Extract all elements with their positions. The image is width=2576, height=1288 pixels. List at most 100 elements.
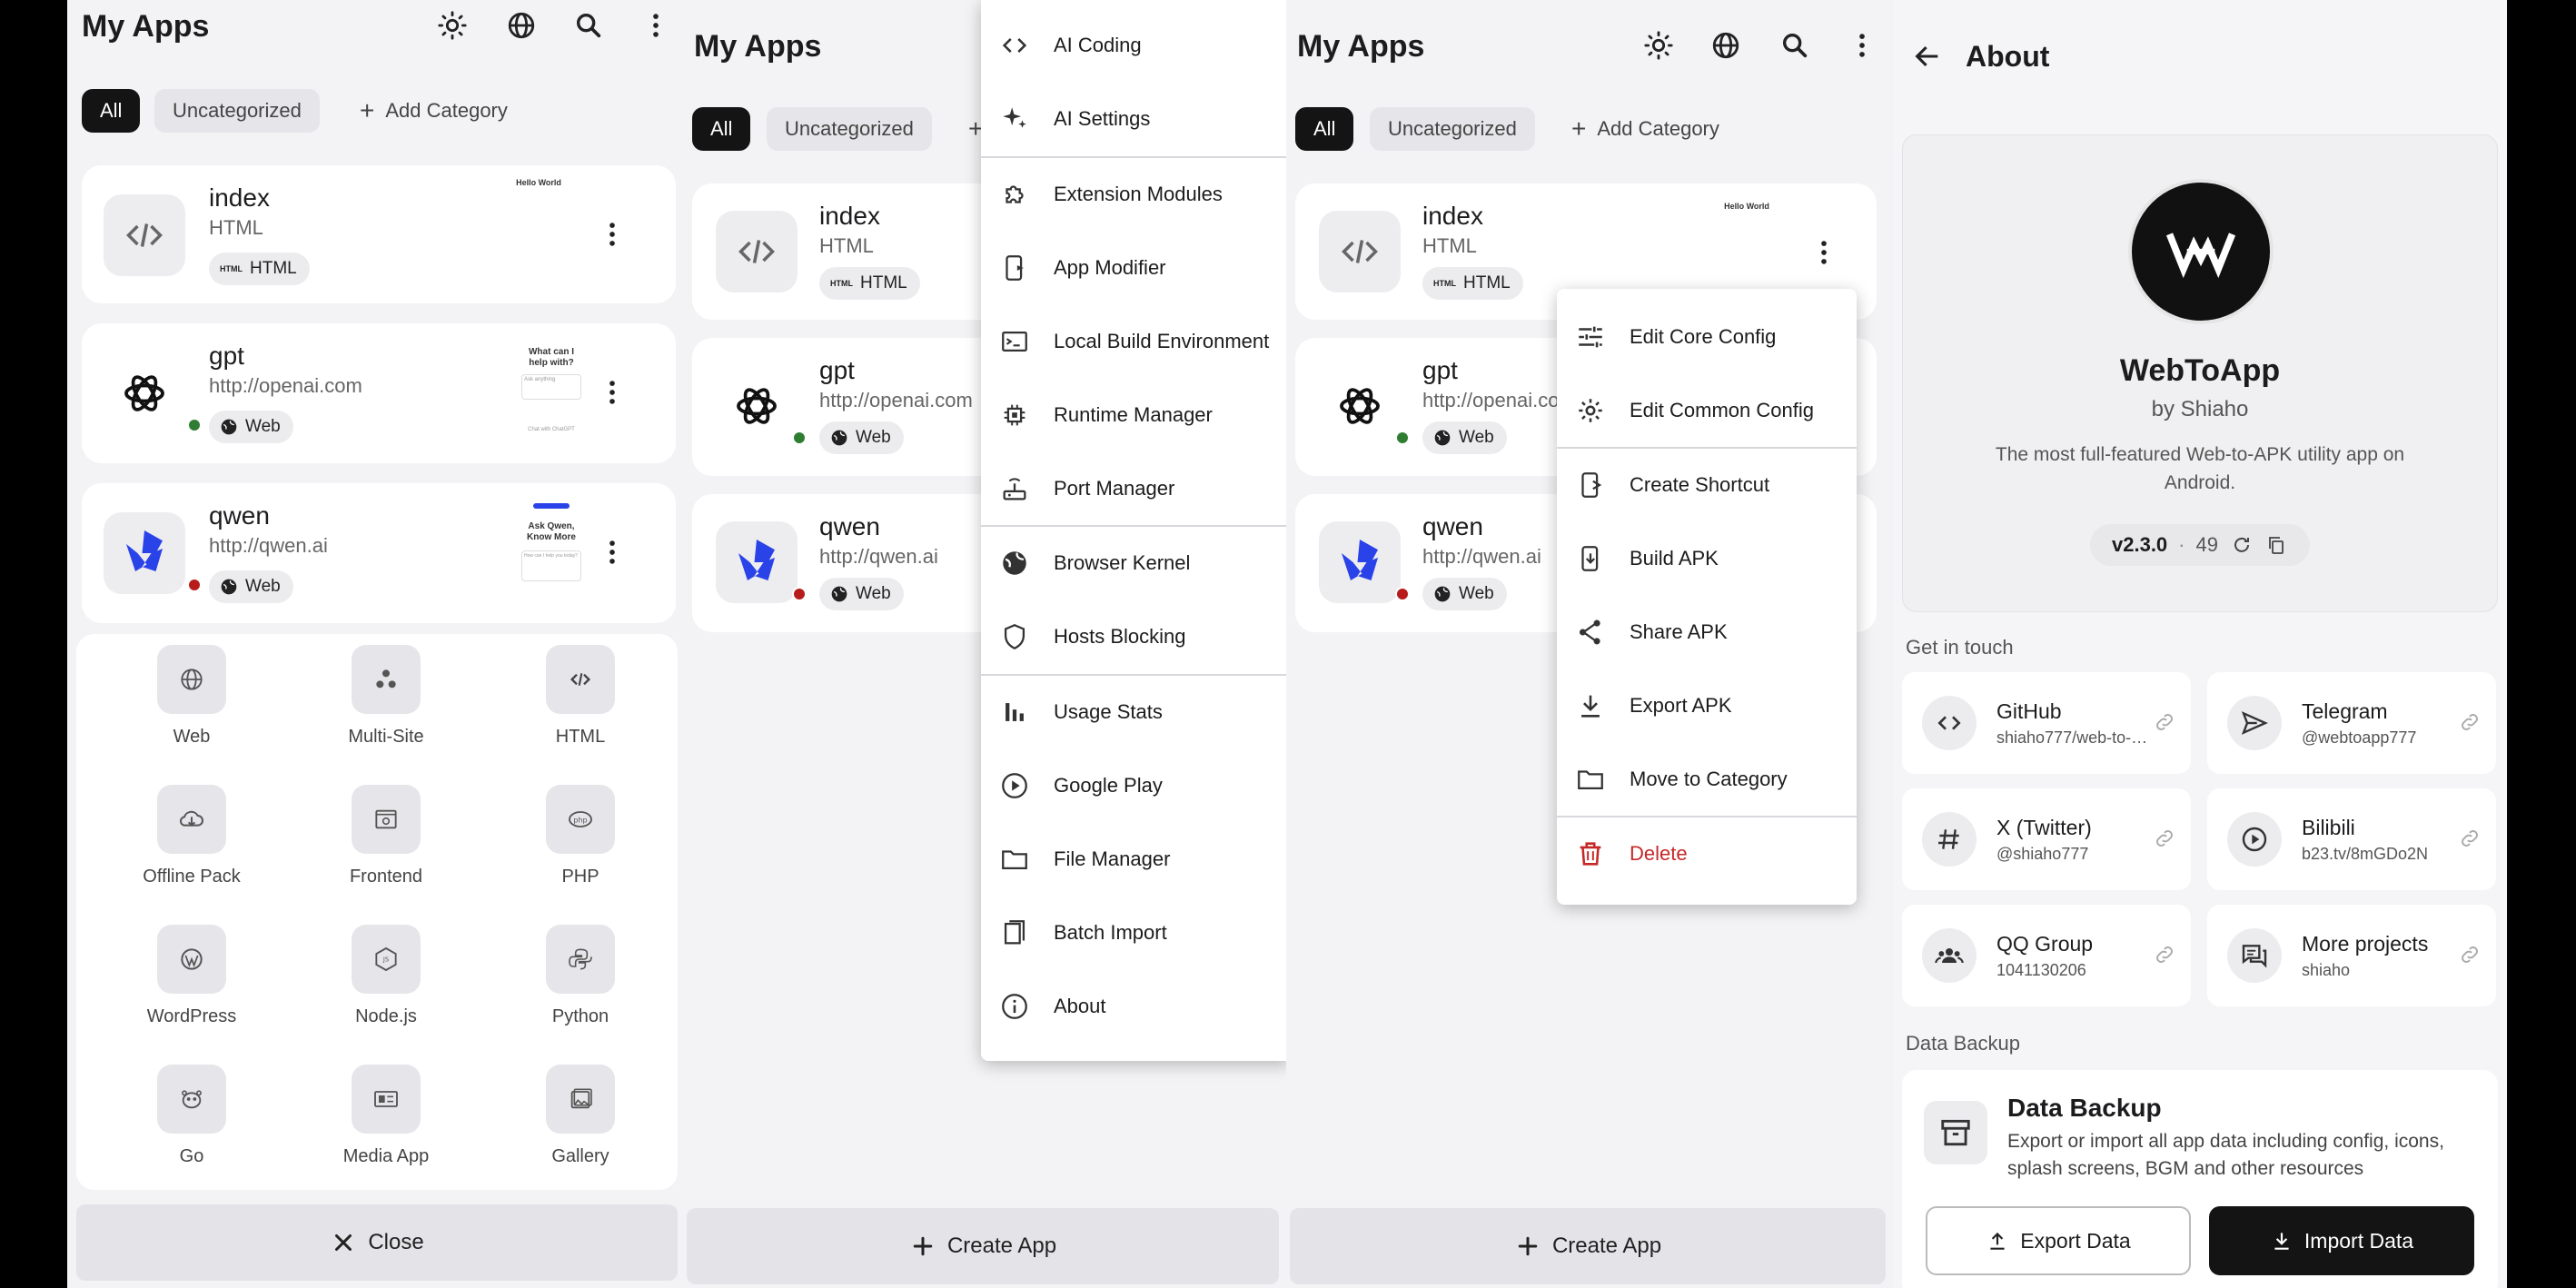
overflow-menu-button[interactable] — [1840, 24, 1884, 67]
html-mini-icon: HTML — [830, 279, 853, 288]
menu-item-app-modifier[interactable]: App Modifier — [981, 241, 1286, 295]
menu-item-about[interactable]: About — [981, 979, 1286, 1034]
tune-icon — [1579, 326, 1602, 348]
app-type-media[interactable]: Media App — [309, 1065, 463, 1167]
globe-icon — [831, 586, 847, 602]
app-card-qwen[interactable]: qwen http://qwen.ai Web Ask Qwen, Know M… — [82, 483, 676, 623]
app-type-html[interactable]: HTML — [503, 645, 658, 748]
chip-uncategorized[interactable]: Uncategorized — [1370, 107, 1535, 151]
menu-item-edit-common-config[interactable]: Edit Common Config — [1557, 383, 1857, 438]
copy-icon[interactable] — [2265, 534, 2287, 556]
create-app-button[interactable]: Create App — [1290, 1208, 1886, 1284]
link-qq-group[interactable]: QQ Group 1041130206 — [1902, 905, 2191, 1006]
app-subtitle: http://openai.com — [209, 374, 362, 397]
version-separator: · — [2178, 533, 2185, 556]
menu-item-label: Local Build Environment — [1054, 330, 1270, 352]
export-data-button[interactable]: Export Data — [1926, 1206, 2191, 1275]
app-card-gpt[interactable]: gpt http://openai.com Web What can I hel… — [82, 323, 676, 463]
chip-uncategorized[interactable]: Uncategorized — [767, 107, 932, 151]
theme-toggle-button[interactable] — [1637, 24, 1680, 67]
app-type-multi-site[interactable]: Multi-Site — [309, 645, 463, 748]
menu-item-build-apk[interactable]: Build APK — [1557, 531, 1857, 586]
language-button[interactable] — [500, 4, 543, 47]
qwen-logo-icon — [126, 530, 163, 571]
app-type-tag: Web — [1422, 421, 1507, 454]
refresh-icon[interactable] — [2231, 534, 2253, 556]
go-icon — [182, 1090, 202, 1109]
app-type-php[interactable]: php PHP — [503, 785, 658, 887]
search-button[interactable] — [1773, 24, 1817, 67]
about-header-card: WebToApp by Shiaho The most full-feature… — [1902, 134, 2498, 612]
menu-item-ai-coding[interactable]: AI Coding — [981, 18, 1286, 73]
link-more-projects[interactable]: More projects shiaho — [2207, 905, 2496, 1006]
add-category-button[interactable]: + Add Category — [1562, 107, 1729, 151]
menu-item-google-play[interactable]: Google Play — [981, 758, 1286, 813]
menu-item-hosts-blocking[interactable]: Hosts Blocking — [981, 609, 1286, 664]
menu-item-delete[interactable]: Delete — [1557, 827, 1857, 881]
app-menu-button[interactable] — [1808, 231, 1840, 274]
menu-item-label: Edit Core Config — [1630, 325, 1777, 348]
app-type-web[interactable]: Web — [114, 645, 269, 748]
chip-uncategorized[interactable]: Uncategorized — [154, 89, 320, 133]
app-menu-button[interactable] — [596, 213, 629, 256]
chip-all[interactable]: All — [692, 107, 751, 151]
play-circle-icon — [2242, 827, 2267, 852]
menu-item-extension-modules[interactable]: Extension Modules — [981, 167, 1286, 222]
app-type-wordpress[interactable]: WordPress — [114, 925, 269, 1027]
search-button[interactable] — [567, 4, 610, 47]
app-type-go[interactable]: Go — [114, 1065, 269, 1167]
terminal-icon — [1002, 331, 1027, 352]
app-menu-button[interactable] — [596, 530, 629, 574]
status-offline-dot — [1395, 587, 1410, 601]
link-x-twitter[interactable]: X (Twitter) @shiaho777 — [1902, 788, 2191, 890]
menu-item-move-to-category[interactable]: Move to Category — [1557, 752, 1857, 807]
link-icon — [2156, 830, 2173, 847]
link-bilibili[interactable]: Bilibili b23.tv/8mGDo2N — [2207, 788, 2496, 890]
back-button[interactable] — [1906, 35, 1949, 78]
app-type-frontend[interactable]: Frontend — [309, 785, 463, 887]
app-type-label: PHP — [561, 867, 599, 887]
app-type-gallery[interactable]: Gallery — [503, 1065, 658, 1167]
app-subtitle: http://openai.co — [1422, 389, 1560, 411]
link-github[interactable]: GitHub shiaho777/web-to-app — [1902, 672, 2191, 774]
menu-item-port-manager[interactable]: Port Manager — [981, 461, 1286, 516]
menu-item-ai-settings[interactable]: AI Settings — [981, 92, 1286, 146]
menu-item-share-apk[interactable]: Share APK — [1557, 605, 1857, 659]
chip-all[interactable]: All — [1295, 107, 1354, 151]
screen-overflow-menu: My Apps All Uncategorized + index HTML H… — [683, 0, 1286, 1288]
app-type-label: Offline Pack — [143, 867, 241, 887]
author: by Shiaho — [2151, 397, 2249, 421]
overflow-menu-button[interactable] — [634, 4, 678, 47]
menu-item-usage-stats[interactable]: Usage Stats — [981, 685, 1286, 739]
link-title: Bilibili — [2302, 816, 2355, 839]
app-name: index — [1422, 202, 1483, 230]
app-type-python[interactable]: Python — [503, 925, 658, 1027]
add-category-button[interactable]: + Add Category — [351, 89, 517, 133]
app-menu-button[interactable] — [596, 371, 629, 414]
chip-all[interactable]: All — [82, 89, 141, 133]
share-icon — [1579, 619, 1600, 645]
menu-item-label: File Manager — [1054, 847, 1171, 870]
menu-item-runtime-manager[interactable]: Runtime Manager — [981, 388, 1286, 442]
sun-icon — [1644, 31, 1673, 60]
app-subtitle: http://openai.com — [819, 389, 973, 411]
app-type-offline-pack[interactable]: Offline Pack — [114, 785, 269, 887]
language-button[interactable] — [1704, 24, 1748, 67]
menu-item-export-apk[interactable]: Export APK — [1557, 679, 1857, 733]
menu-item-edit-core-config[interactable]: Edit Core Config — [1557, 310, 1857, 364]
close-button[interactable]: Close — [76, 1204, 678, 1281]
menu-item-browser-kernel[interactable]: Browser Kernel — [981, 536, 1286, 590]
menu-item-batch-import[interactable]: Batch Import — [981, 906, 1286, 960]
link-title: QQ Group — [1996, 932, 2094, 956]
menu-item-create-shortcut[interactable]: Create Shortcut — [1557, 458, 1857, 512]
app-type-label: Node.js — [355, 1006, 417, 1026]
import-data-button[interactable]: Import Data — [2209, 1206, 2474, 1275]
link-telegram[interactable]: Telegram @webtoapp777 — [2207, 672, 2496, 774]
create-app-button[interactable]: Create App — [687, 1208, 1279, 1284]
forum-icon — [2242, 945, 2267, 968]
app-card-index[interactable]: index HTML HTML HTML Hello World — [82, 165, 676, 303]
theme-toggle-button[interactable] — [431, 4, 474, 47]
app-type-nodejs[interactable]: JS Node.js — [309, 925, 463, 1027]
menu-item-local-build-environment[interactable]: Local Build Environment — [981, 314, 1286, 369]
menu-item-file-manager[interactable]: File Manager — [981, 832, 1286, 887]
